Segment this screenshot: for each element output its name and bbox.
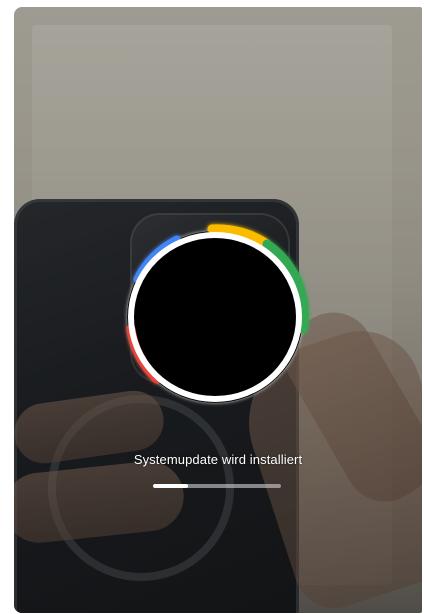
update-progress-bar [153, 484, 281, 488]
photo-frame: Systemupdate wird installiert [0, 0, 424, 614]
update-progress-fill [153, 484, 188, 488]
update-progress-ring-icon [117, 219, 313, 415]
ring-graphic [126, 224, 309, 403]
update-status-text: Systemupdate wird installiert [133, 452, 303, 467]
